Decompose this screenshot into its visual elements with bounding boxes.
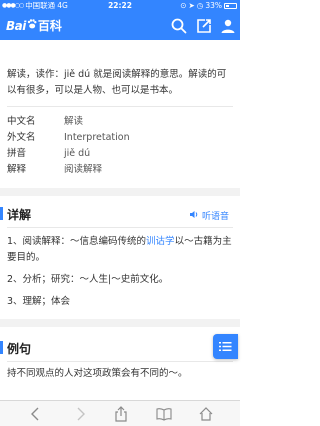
info-value: Interpretation	[64, 132, 130, 143]
share-sheet-icon[interactable]	[113, 406, 129, 422]
info-row: 拼音 jiě dú	[7, 146, 233, 162]
divider	[7, 106, 233, 107]
section-separator	[0, 188, 240, 196]
divider	[7, 227, 233, 228]
bookmarks-icon[interactable]	[156, 406, 172, 422]
catalog-menu-button[interactable]	[213, 334, 238, 359]
status-bar: ●●●○○ 中国联通 4G 22:22 ⊙ ➤ ◷ 33%	[0, 0, 240, 11]
info-row: 中文名 解读	[7, 114, 233, 130]
detail-item: 1、阅读解释：～信息编码传统的训诂学以～古籍为主要目的。	[7, 234, 233, 266]
info-row: 外文名 Interpretation	[7, 130, 233, 146]
example-section-title: 例句	[0, 341, 32, 356]
home-icon[interactable]	[198, 406, 214, 422]
detail-section-title: 详解	[0, 207, 32, 222]
battery-percent: 33%	[205, 1, 222, 10]
detail-item: 2、分析；研究：～人生|～史前文化。	[7, 274, 169, 285]
info-key: 拼音	[7, 148, 27, 159]
search-icon[interactable]	[170, 17, 188, 35]
section-separator	[0, 319, 240, 327]
forward-icon[interactable]	[72, 406, 88, 422]
share-icon[interactable]	[195, 17, 213, 35]
app-header: Bai 百科	[0, 11, 240, 40]
back-icon[interactable]	[28, 406, 44, 422]
info-value: 阅读解释	[64, 164, 103, 175]
detail-text: 1、阅读解释：～信息编码传统的	[7, 236, 147, 247]
example-item: 持不同观点的人对这项政策会有不同的～。	[7, 368, 188, 379]
user-icon[interactable]	[219, 17, 237, 35]
info-key: 中文名	[7, 116, 36, 127]
alarm-icon: ⊙	[180, 1, 187, 10]
logo-ke: 百科	[37, 19, 62, 33]
intro-paragraph: 解读，读作：jiě dú 就是阅读解释的意思。解读的可以有很多，可以是人物、也可…	[7, 69, 227, 96]
info-value: 解读	[64, 116, 84, 127]
paw-icon	[27, 19, 37, 32]
status-right: ⊙ ➤ ◷ 33%	[180, 0, 237, 11]
listen-button[interactable]: 听语音	[189, 209, 229, 222]
clock-icon: ◷	[196, 1, 204, 10]
listen-label: 听语音	[201, 212, 229, 222]
xungu-link[interactable]: 训诂学	[146, 236, 175, 247]
battery-icon	[224, 2, 237, 9]
list-icon	[219, 337, 232, 356]
info-value: jiě dú	[64, 148, 91, 159]
browser-toolbar	[0, 400, 240, 426]
info-key: 外文名	[7, 132, 36, 143]
info-key: 解释	[7, 164, 27, 175]
detail-item: 3、理解；体会	[7, 296, 71, 307]
info-row: 解释 阅读解释	[7, 162, 233, 178]
divider	[7, 361, 233, 362]
info-table: 中文名 解读 外文名 Interpretation 拼音 jiě dú 解释 阅…	[7, 114, 233, 178]
baike-logo[interactable]: Bai 百科	[6, 17, 62, 34]
speaker-icon	[189, 210, 199, 222]
location-icon: ➤	[188, 1, 195, 10]
logo-bai: Bai	[6, 18, 26, 33]
